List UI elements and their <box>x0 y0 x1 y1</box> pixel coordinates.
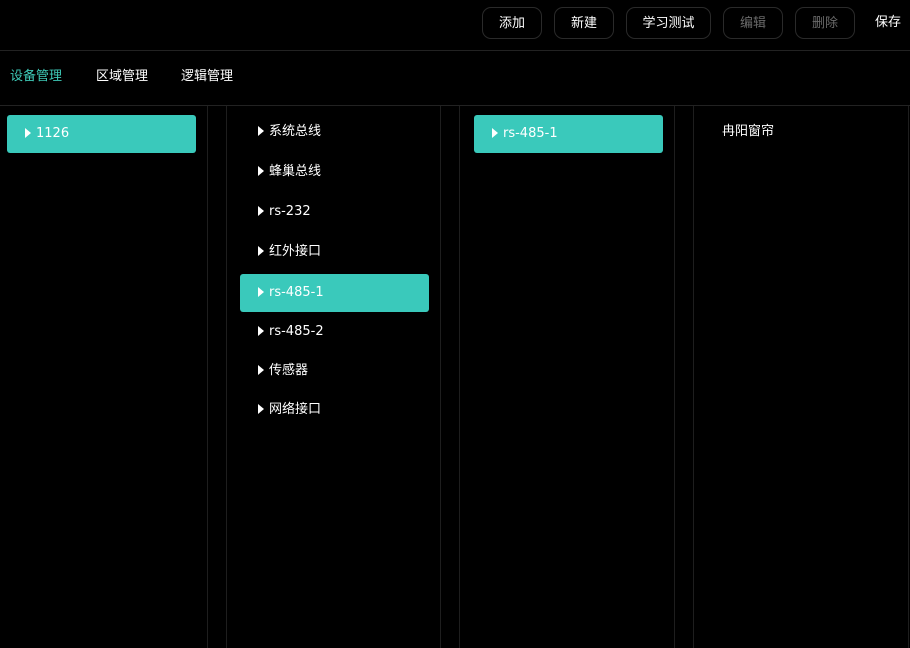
sub-interface-item-label: rs-485-1 <box>503 126 558 141</box>
interface-item-sensor[interactable]: 传感器 <box>240 352 429 390</box>
add-button[interactable]: 添加 <box>482 7 542 39</box>
interface-item-rs-232[interactable]: rs-232 <box>240 193 429 231</box>
endpoint-column: 冉阳窗帘 <box>693 106 909 648</box>
interface-item-system-bus[interactable]: 系统总线 <box>240 113 429 151</box>
tab-device-management[interactable]: 设备管理 <box>10 51 62 105</box>
tab-area-management[interactable]: 区域管理 <box>96 51 148 105</box>
tab-bar: 设备管理 区域管理 逻辑管理 <box>0 51 910 106</box>
caret-right-icon <box>258 126 264 136</box>
interface-column: 系统总线 蜂巢总线 rs-232 红外接口 rs-485-1 rs-485-2 … <box>226 106 441 648</box>
save-button[interactable]: 保存 <box>875 7 901 39</box>
caret-right-icon <box>258 166 264 176</box>
caret-right-icon <box>25 128 31 138</box>
endpoint-item-curtain[interactable]: 冉阳窗帘 <box>722 113 774 151</box>
interface-item-label: 红外接口 <box>269 244 322 259</box>
device-item-label: 1126 <box>36 126 70 141</box>
edit-button[interactable]: 编辑 <box>723 7 783 39</box>
interface-item-infrared[interactable]: 红外接口 <box>240 233 429 271</box>
interface-item-label: 网络接口 <box>269 402 322 417</box>
caret-right-icon <box>258 365 264 375</box>
interface-item-label: 传感器 <box>269 363 309 378</box>
interface-item-label: rs-232 <box>269 204 311 219</box>
interface-item-rs-485-2[interactable]: rs-485-2 <box>240 313 429 351</box>
caret-right-icon <box>258 206 264 216</box>
interface-item-hive-bus[interactable]: 蜂巢总线 <box>240 153 429 191</box>
caret-right-icon <box>258 404 264 414</box>
delete-button[interactable]: 删除 <box>795 7 855 39</box>
caret-right-icon <box>258 326 264 336</box>
caret-right-icon <box>492 128 498 138</box>
caret-right-icon <box>258 246 264 256</box>
interface-item-network[interactable]: 网络接口 <box>240 391 429 429</box>
caret-right-icon <box>258 287 264 297</box>
device-column: 1126 <box>0 106 208 648</box>
interface-item-label: rs-485-2 <box>269 324 324 339</box>
interface-item-label: 蜂巢总线 <box>269 164 322 179</box>
new-button[interactable]: 新建 <box>554 7 614 39</box>
interface-item-rs-485-1[interactable]: rs-485-1 <box>240 274 429 312</box>
interface-item-label: 系统总线 <box>269 124 322 139</box>
toolbar: 添加 新建 学习测试 编辑 删除 保存 <box>0 0 910 51</box>
sub-interface-item-rs-485-1[interactable]: rs-485-1 <box>474 115 663 153</box>
learn-test-button[interactable]: 学习测试 <box>626 7 711 39</box>
device-item[interactable]: 1126 <box>7 115 196 153</box>
tab-logic-management[interactable]: 逻辑管理 <box>181 51 233 105</box>
sub-interface-column: rs-485-1 <box>459 106 675 648</box>
interface-item-label: rs-485-1 <box>269 285 324 300</box>
